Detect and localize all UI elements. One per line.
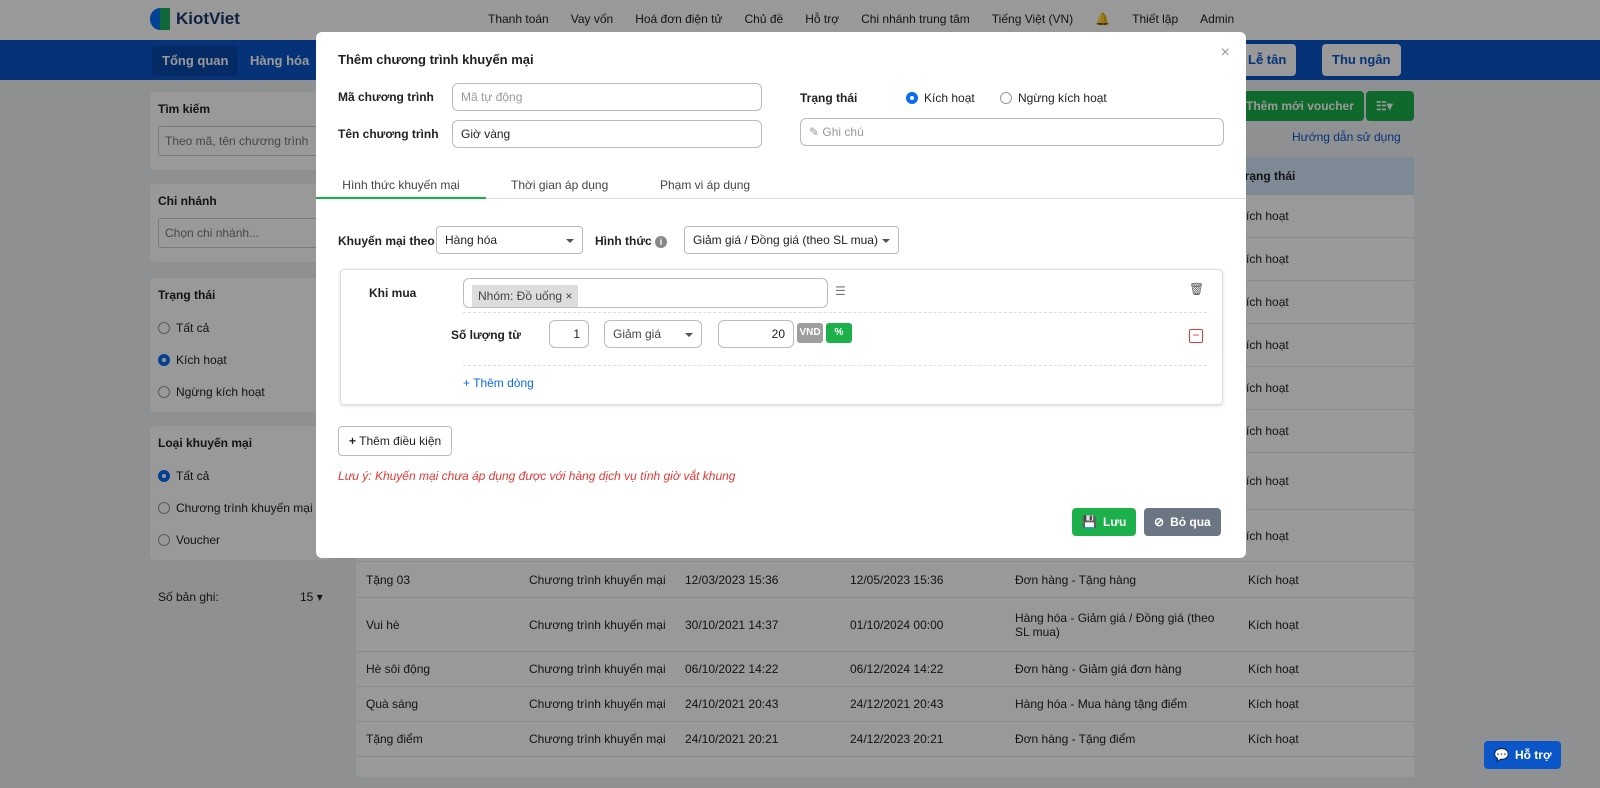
group-tag: Nhóm: Đồ uống × [472,285,579,307]
chat-icon: 💬 [1494,748,1509,762]
code-label: Mã chương trình [338,90,434,104]
cancel-button[interactable]: ⊘ Bỏ qua [1144,508,1221,536]
add-promotion-modal: Thêm chương trình khuyến mại × Mã chương… [316,32,1246,558]
qty-label: Số lượng từ [451,328,521,342]
unit-percent-toggle[interactable]: % [826,323,852,343]
tab-time[interactable]: Thời gian áp dụng [511,178,608,192]
list-icon[interactable]: ☰ [835,284,846,298]
note-input[interactable]: ✎ Ghi chú [800,118,1224,146]
add-row-link[interactable]: + Thêm dòng [463,376,534,390]
unit-vnd-toggle[interactable]: VND [797,323,823,343]
save-icon: 💾 [1082,515,1097,529]
help-button[interactable]: 💬 Hỗ trợ [1484,741,1562,769]
info-icon: i [655,236,668,248]
close-icon[interactable]: × [1221,44,1230,62]
warning-note: Lưu ý: Khuyến mại chưa áp dụng được với … [338,469,736,483]
tab-scope[interactable]: Phạm vi áp dụng [660,178,750,192]
form-select[interactable]: Giảm giá / Đồng giá (theo SL mua) [684,226,899,254]
promo-by-label: Khuyến mại theo [338,234,435,248]
promo-by-select[interactable]: Hàng hóa [436,226,583,254]
status-active-radio[interactable]: Kích hoạt [906,82,975,114]
add-condition-button[interactable]: + Thêm điều kiện [338,426,453,456]
code-input[interactable]: Mã tự động [452,83,762,111]
save-button[interactable]: 💾 Lưu [1072,508,1137,536]
status-label: Trạng thái [800,91,858,105]
cancel-icon: ⊘ [1154,515,1165,529]
name-label: Tên chương trình [338,127,439,141]
form-label: Hình thức i [595,234,668,248]
qty-input[interactable]: 1 [549,320,589,348]
product-group-input[interactable]: Nhóm: Đồ uống × [463,278,828,308]
when-buy-label: Khi mua [369,286,417,300]
modal-title: Thêm chương trình khuyến mại [338,52,534,67]
remove-row-icon[interactable]: − [1189,329,1203,343]
discount-type-select[interactable]: Giảm giá [604,320,702,348]
condition-box: Khi mua Nhóm: Đồ uống × ☰ 🗑 Số lượng từ … [340,269,1223,405]
status-inactive-radio[interactable]: Ngừng kích hoạt [1000,82,1107,114]
trash-icon[interactable]: 🗑 [1189,282,1204,296]
tab-promo-form[interactable]: Hình thức khuyến mại [316,178,486,199]
discount-value-input[interactable]: 20 [718,320,794,348]
name-input[interactable]: Giờ vàng [452,120,762,148]
